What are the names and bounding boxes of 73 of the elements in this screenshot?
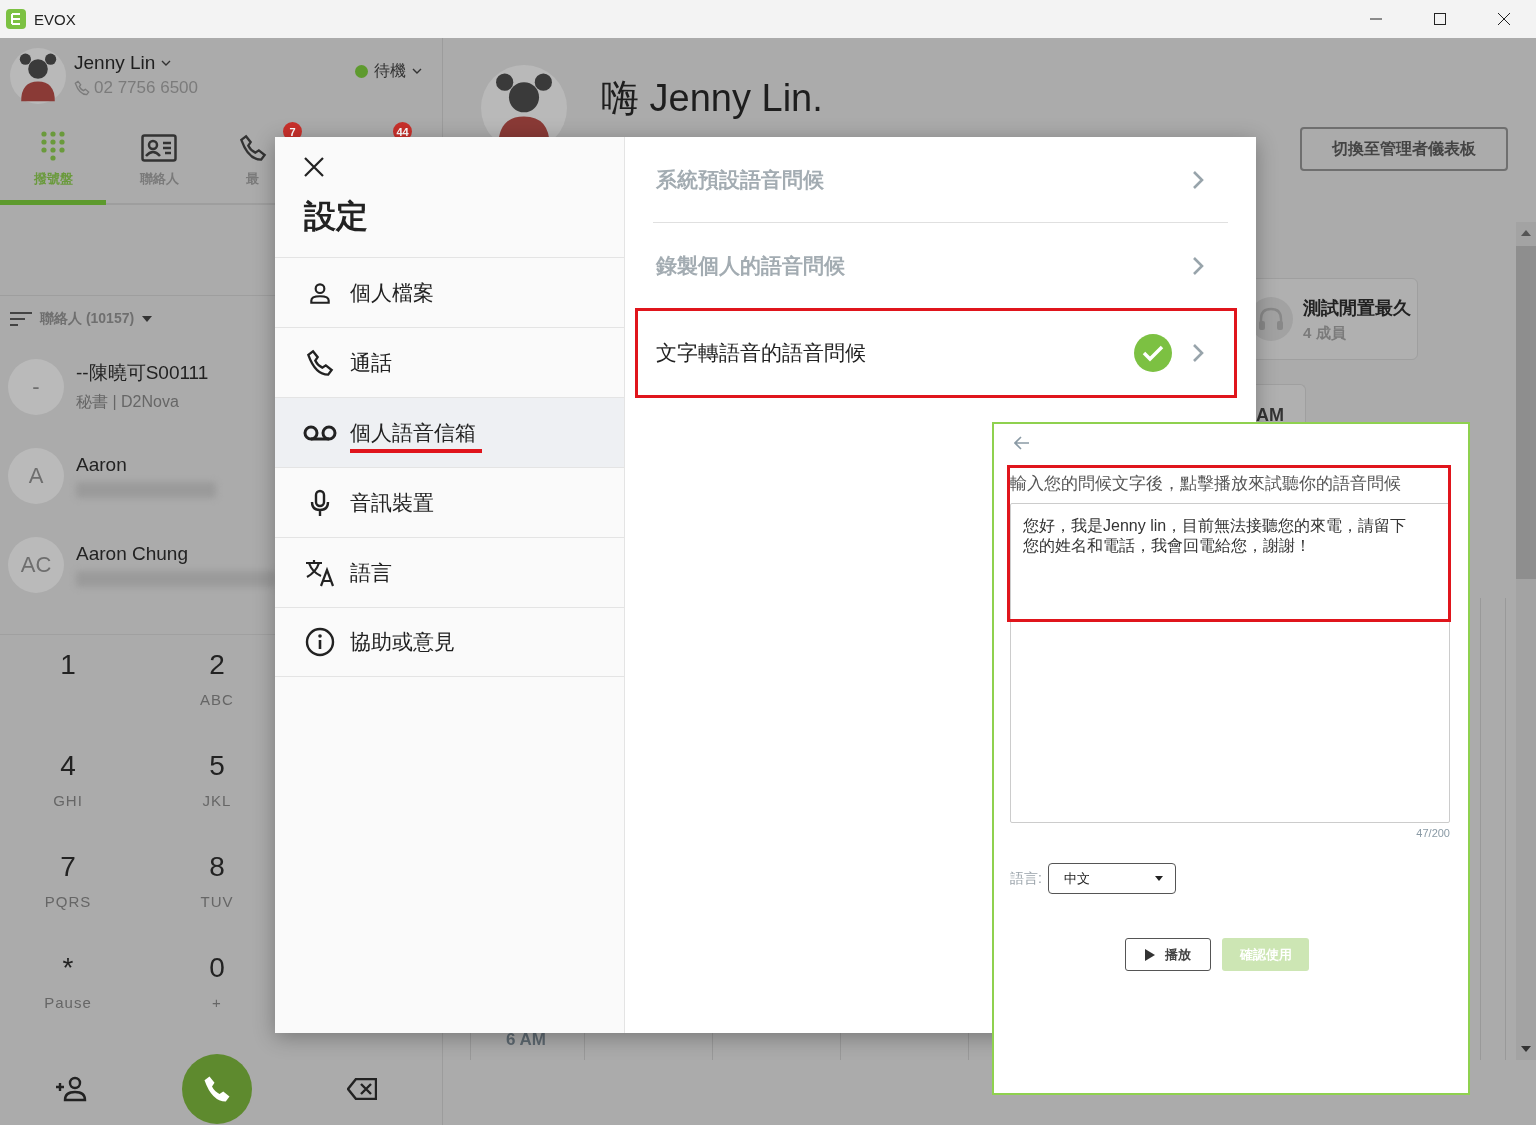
contact-name: --陳曉可S00111: [76, 361, 209, 385]
app-logo-icon: [6, 9, 26, 29]
scroll-up-icon: [1521, 230, 1531, 236]
contact-card-icon: [141, 134, 177, 162]
phone-icon: [238, 134, 267, 162]
chevron-right-icon: [1192, 255, 1204, 276]
admin-dashboard-button[interactable]: 切換至管理者儀表板: [1300, 127, 1508, 171]
contact-row[interactable]: AC Aaron Chung: [0, 520, 275, 609]
user-name: Jenny Lin: [74, 52, 156, 74]
info-icon: [305, 627, 335, 657]
settings-title: 設定: [304, 197, 369, 236]
phone-icon: [306, 348, 334, 377]
play-icon: [1145, 948, 1155, 961]
settings-menu-item[interactable]: 個人檔案: [275, 257, 624, 327]
back-button[interactable]: [1014, 436, 1030, 450]
keypad-key[interactable]: 1: [0, 649, 136, 750]
contact-avatar: -: [8, 358, 64, 415]
close-button[interactable]: [304, 157, 326, 177]
sort-icon: [10, 312, 32, 326]
check-circle-icon: [1134, 334, 1172, 372]
maximize-icon: [1434, 13, 1446, 25]
keypad-key[interactable]: 7 PQRS: [0, 851, 136, 952]
settings-menu-item[interactable]: 協助或意見: [275, 607, 624, 677]
add-contact-button[interactable]: [55, 1076, 87, 1102]
scrollbar[interactable]: [1516, 222, 1536, 1060]
contact-detail: 秘書 | D2Nova: [76, 392, 180, 412]
contact-name: Aaron Chung: [76, 542, 189, 565]
keypad-key[interactable]: 5 JKL: [136, 750, 275, 851]
status-label: 待機: [374, 60, 406, 81]
keypad-key[interactable]: 0 +: [136, 952, 275, 1053]
contact-row[interactable]: A Aaron: [0, 431, 275, 520]
keypad-key[interactable]: 8 TUV: [136, 851, 275, 952]
language-label: 語言:: [1010, 869, 1042, 888]
caret-icon: [161, 60, 172, 66]
close-icon: [304, 157, 324, 177]
contact-row[interactable]: - --陳曉可S00111 秘書 | D2Nova: [0, 342, 275, 431]
greeting-option[interactable]: 文字轉語音的語音問候: [635, 308, 1237, 398]
contact-avatar: AC: [8, 536, 64, 593]
add-person-icon: [55, 1076, 87, 1102]
keypad-key[interactable]: 2 ABC: [136, 649, 275, 750]
close-icon: [1498, 13, 1510, 25]
chevron-right-icon: [1192, 169, 1204, 190]
settings-menu-item[interactable]: 個人語音信箱: [275, 397, 624, 467]
settings-menu-item[interactable]: 音訊裝置: [275, 467, 624, 537]
contact-avatar: A: [8, 447, 64, 504]
dropdown-caret-icon: [142, 316, 153, 322]
translate-icon: [304, 557, 336, 588]
phone-icon: [74, 80, 90, 96]
backspace-icon: [347, 1078, 377, 1100]
language-select[interactable]: 中文: [1047, 863, 1176, 894]
keypad-key[interactable]: 4 GHI: [0, 750, 136, 851]
window-title: EVOX: [34, 10, 76, 28]
time-label: 6 AM: [506, 1030, 546, 1050]
welcome-title: 嗨 Jenny Lin.: [601, 76, 823, 117]
contact-name: Aaron: [76, 453, 128, 476]
caret-icon: [412, 68, 422, 74]
dialpad-icon: [40, 130, 66, 162]
status-dot: [355, 64, 368, 78]
phone-icon: [202, 1074, 232, 1104]
back-arrow-icon: [1014, 436, 1030, 450]
instruction-text: 輸入您的問候文字後，點擊播放來試聽你的語音問候: [1010, 473, 1402, 494]
scroll-down-icon: [1521, 1046, 1531, 1052]
play-button[interactable]: 播放: [1125, 938, 1211, 971]
settings-menu-item[interactable]: 語言: [275, 537, 624, 607]
character-counter: 47/200: [1415, 827, 1450, 839]
dropdown-caret-icon: [1154, 876, 1163, 881]
voicemail-icon: [303, 423, 337, 442]
chevron-right-icon: [1192, 343, 1204, 363]
queue-name: 測試閒置最久: [1303, 296, 1411, 320]
microphone-icon: [308, 488, 332, 517]
keypad-key[interactable]: * Pause: [0, 952, 136, 1053]
backspace-button[interactable]: [347, 1078, 377, 1100]
user-avatar: [10, 48, 66, 104]
